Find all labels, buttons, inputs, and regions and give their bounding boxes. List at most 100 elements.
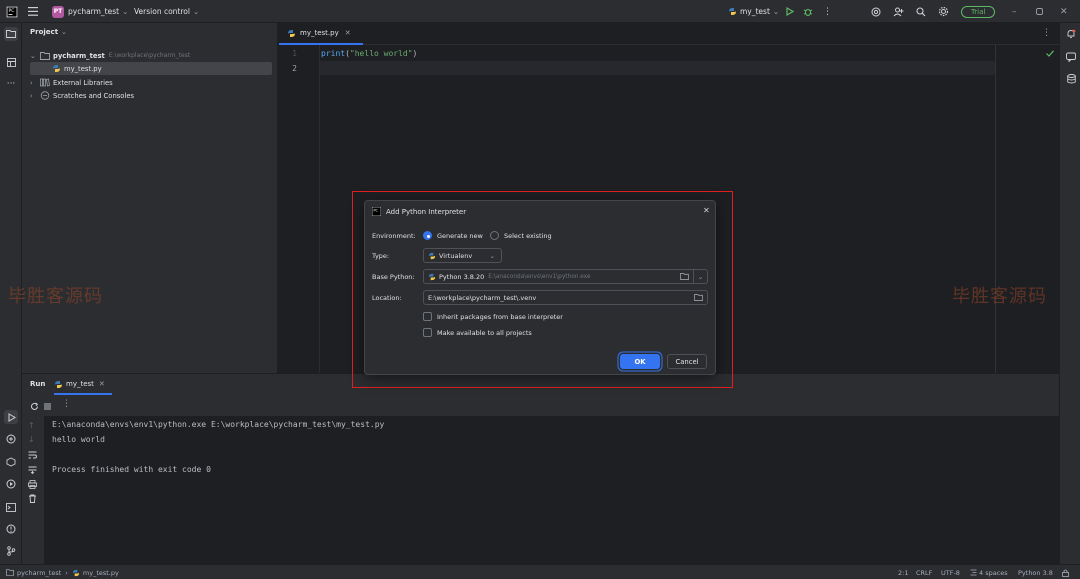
python-file-icon [288, 29, 295, 37]
python-icon [729, 8, 736, 15]
checkbox-unchecked-icon [423, 312, 432, 321]
version-control-menu[interactable]: Version control ⌄ [134, 0, 199, 23]
python-icon [55, 380, 62, 388]
terminal-icon[interactable] [4, 500, 18, 514]
library-icon [40, 78, 50, 87]
dialog-close-icon[interactable]: ✕ [703, 206, 710, 215]
tab-label: my_test.py [300, 29, 339, 37]
tree-item-external-libraries[interactable]: › External Libraries [30, 76, 113, 89]
project-view-icon[interactable] [4, 27, 18, 41]
make-available-checkbox[interactable]: Make available to all projects [423, 328, 532, 337]
stop-icon[interactable] [44, 403, 51, 410]
chevron-down-icon[interactable]: ⌄ [693, 270, 707, 283]
indent-setting[interactable]: 4 spaces [970, 565, 1008, 579]
inherit-packages-label: Inherit packages from base interpreter [437, 312, 563, 321]
project-panel-header[interactable]: Project ⌄ [30, 28, 67, 36]
chevron-down-icon: ⌄ [61, 28, 67, 36]
location-label: Location: [372, 294, 402, 302]
run-config-selector[interactable]: my_test ⌄ [728, 0, 779, 23]
scroll-up-icon[interactable]: ↑ [28, 421, 35, 430]
breadcrumb-file[interactable]: my_test.py [83, 569, 119, 577]
problems-icon[interactable] [4, 522, 18, 536]
run-tab-label: my_test [66, 380, 94, 388]
soft-wrap-icon[interactable] [28, 451, 37, 459]
chevron-right-icon: › [65, 568, 68, 577]
services-icon[interactable] [4, 477, 18, 491]
breadcrumb: pycharm_test › my_test.py [6, 565, 119, 579]
trial-badge[interactable]: Trial [961, 0, 996, 23]
caret-position[interactable]: 2:1 [898, 565, 908, 579]
close-window-icon[interactable]: ✕ [1060, 0, 1068, 23]
checkbox-unchecked-icon [423, 328, 432, 337]
interpreter-selector[interactable]: Python 3.8 [1018, 565, 1053, 579]
breadcrumb-project[interactable]: pycharm_test [17, 569, 61, 577]
current-line-highlight [319, 61, 995, 75]
run-tool-icon[interactable] [4, 410, 18, 424]
ok-button[interactable]: OK [620, 354, 660, 369]
inspection-ok-icon[interactable] [1046, 50, 1054, 57]
project-panel: Project ⌄ ⌄ pycharm_test E:\workplace\py… [22, 23, 278, 373]
notifications-icon[interactable] [1064, 27, 1078, 41]
indent-icon [970, 569, 977, 576]
python-packages-icon[interactable] [4, 432, 18, 446]
restore-icon[interactable] [1036, 0, 1043, 23]
console-output[interactable]: E:\anaconda\envs\env1\python.exe E:\work… [44, 416, 1059, 565]
tree-item-root[interactable]: ⌄ pycharm_test E:\workplace\pycharm_test [30, 49, 190, 62]
inherit-packages-checkbox[interactable]: Inherit packages from base interpreter [423, 312, 563, 321]
status-bar: pycharm_test › my_test.py 2:1 CRLF UTF-8… [0, 564, 1080, 579]
tree-item-file[interactable]: my_test.py [30, 62, 272, 75]
radio-generate-new[interactable]: Generate new [423, 231, 483, 240]
editor-tab-my-test[interactable]: my_test.py ✕ [279, 23, 363, 45]
database-icon[interactable] [1064, 72, 1078, 86]
main-menu-icon[interactable] [28, 0, 38, 23]
gutter-separator [319, 45, 320, 373]
project-switcher[interactable]: PT pycharm_test ⌄ [52, 0, 128, 23]
debug-icon[interactable] [803, 0, 813, 23]
scroll-to-end-icon[interactable] [28, 466, 37, 474]
tab-options-icon[interactable]: ⋮ [1042, 28, 1051, 38]
run-config-name: my_test [740, 7, 770, 16]
clear-all-icon[interactable] [28, 494, 37, 503]
file-encoding[interactable]: UTF-8 [941, 565, 960, 579]
base-python-label: Base Python: [372, 273, 415, 281]
more-options-icon[interactable]: ⋮ [62, 399, 71, 409]
run-icon[interactable] [785, 0, 794, 23]
more-tools-icon[interactable]: ··· [4, 77, 18, 91]
pycharm-logo-icon[interactable]: PC [6, 0, 18, 23]
watermark-left: 毕胜客源码 [8, 286, 103, 307]
type-label: Type: [372, 252, 390, 260]
close-tab-icon[interactable]: ✕ [99, 380, 105, 388]
scroll-down-icon[interactable]: ↓ [28, 435, 35, 444]
watermark-right: 毕胜客源码 [952, 286, 1047, 307]
git-icon[interactable] [4, 544, 18, 558]
line-separator[interactable]: CRLF [916, 565, 932, 579]
more-actions-icon[interactable]: ⋮ [823, 0, 832, 23]
rerun-icon[interactable] [30, 402, 39, 411]
location-value: E:\workplace\pycharm_test\.venv [428, 293, 537, 302]
cancel-button[interactable]: Cancel [667, 354, 707, 369]
location-input[interactable]: E:\workplace\pycharm_test\.venv [423, 290, 708, 305]
code-line[interactable]: print("hello world") [321, 49, 417, 58]
lock-icon[interactable] [1062, 565, 1069, 579]
generate-new-label: Generate new [437, 231, 483, 240]
minimize-icon[interactable]: – [1012, 0, 1017, 23]
base-python-dropdown[interactable]: Python 3.8.20 E:\anaconda\envs\env1\pyth… [423, 269, 708, 284]
settings-gear-icon[interactable] [938, 0, 949, 23]
print-icon[interactable] [28, 480, 37, 489]
project-badge: PT [52, 5, 64, 18]
python-console-icon[interactable] [4, 455, 18, 469]
ai-assistant-icon[interactable] [871, 0, 881, 23]
add-user-icon[interactable] [893, 0, 904, 23]
radio-select-existing[interactable]: Select existing [490, 231, 552, 240]
ai-chat-icon[interactable] [1064, 50, 1078, 64]
python-icon [428, 252, 436, 259]
tree-item-scratches[interactable]: › Scratches and Consoles [30, 89, 134, 102]
code-paren: ) [412, 49, 418, 58]
close-tab-icon[interactable]: ✕ [345, 29, 351, 37]
structure-icon[interactable] [4, 55, 18, 69]
browse-folder-icon[interactable] [680, 273, 689, 280]
type-dropdown[interactable]: Virtualenv ⌄ [423, 248, 502, 263]
search-icon[interactable] [916, 0, 926, 23]
browse-folder-icon[interactable] [694, 294, 703, 301]
run-tab-my-test[interactable]: my_test ✕ [54, 375, 112, 395]
